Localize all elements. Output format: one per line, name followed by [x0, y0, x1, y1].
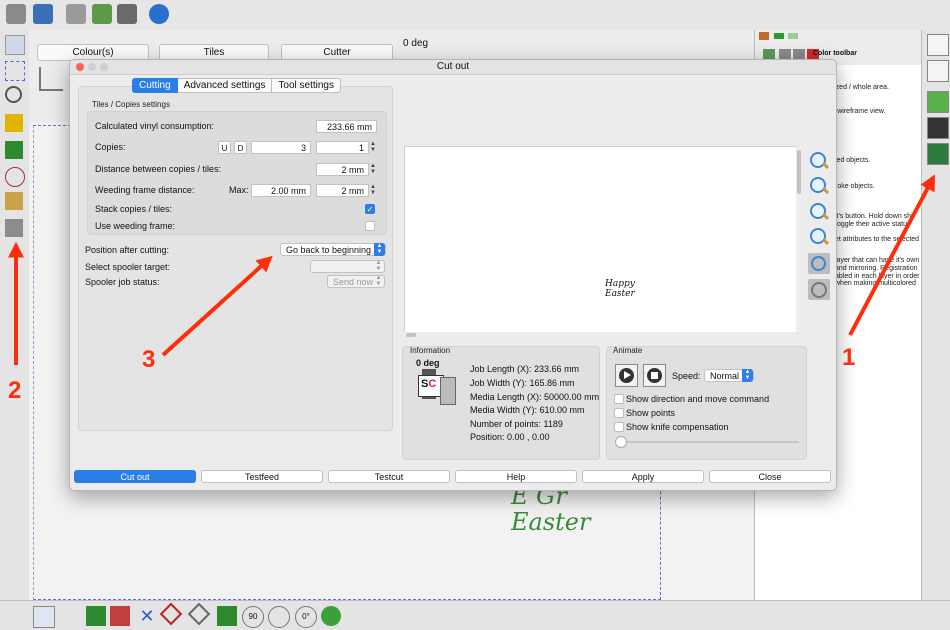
annotation-number-3: 3	[142, 346, 156, 373]
annotation-arrow-1	[848, 174, 935, 336]
annotation-number-2: 2	[8, 377, 22, 404]
annotation-arrow-3	[161, 255, 273, 357]
annotation-number-1: 1	[842, 344, 856, 371]
annotation-overlay	[8, 174, 935, 365]
